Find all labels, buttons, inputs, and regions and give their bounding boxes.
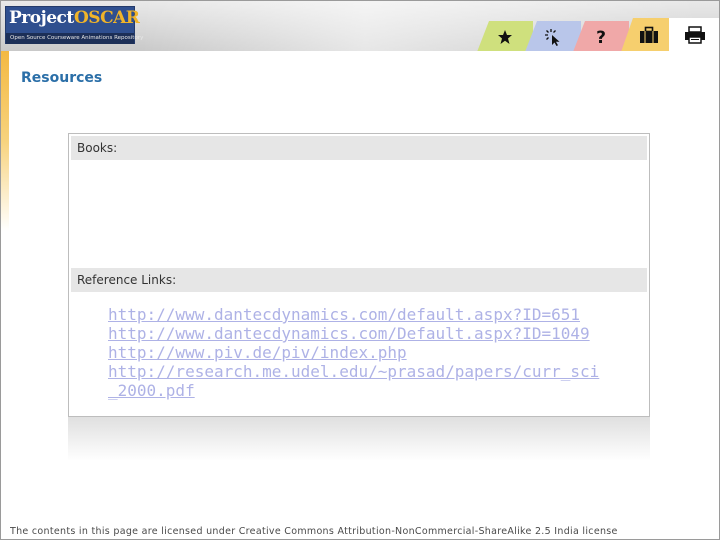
tab-print[interactable]: [669, 18, 719, 51]
panel-reflection: [68, 417, 650, 461]
printer-icon: [684, 24, 706, 46]
books-section-heading: Books:: [71, 136, 647, 160]
reference-link[interactable]: http://www.dantecdynamics.com/default.as…: [108, 305, 602, 324]
svg-text:?: ?: [596, 28, 606, 46]
page-title: Resources: [21, 70, 103, 86]
tab-help[interactable]: ?: [573, 21, 629, 51]
briefcase-icon: [638, 24, 660, 46]
star-icon: [494, 26, 516, 48]
logo-word-project: Project: [9, 8, 74, 28]
reference-link[interactable]: http://www.dantecdynamics.com/Default.as…: [108, 324, 602, 343]
logo-tagline: Open Source Courseware Animations Reposi…: [6, 33, 143, 44]
tab-star[interactable]: [477, 21, 533, 51]
reference-link[interactable]: http://www.piv.de/piv/index.php: [108, 343, 602, 362]
logo-wordmark: Project OSCAR: [6, 7, 140, 33]
header-bar: Project OSCAR Open Source Courseware Ani…: [1, 1, 719, 51]
toolbar-tabs: ?: [477, 18, 719, 51]
project-oscar-logo[interactable]: Project OSCAR Open Source Courseware Ani…: [5, 6, 143, 44]
logo-word-oscar: OSCAR: [74, 8, 140, 28]
license-footer: The contents in this page are licensed u…: [10, 526, 618, 537]
question-icon: ?: [590, 26, 612, 48]
cursor-click-icon: [542, 26, 564, 48]
side-accent-stripe: [1, 51, 9, 231]
reference-links-heading: Reference Links:: [71, 268, 647, 292]
tab-pointer[interactable]: [525, 21, 581, 51]
reference-link[interactable]: http://research.me.udel.edu/~prasad/pape…: [108, 362, 602, 400]
reference-links-list: http://www.dantecdynamics.com/default.as…: [108, 305, 608, 400]
